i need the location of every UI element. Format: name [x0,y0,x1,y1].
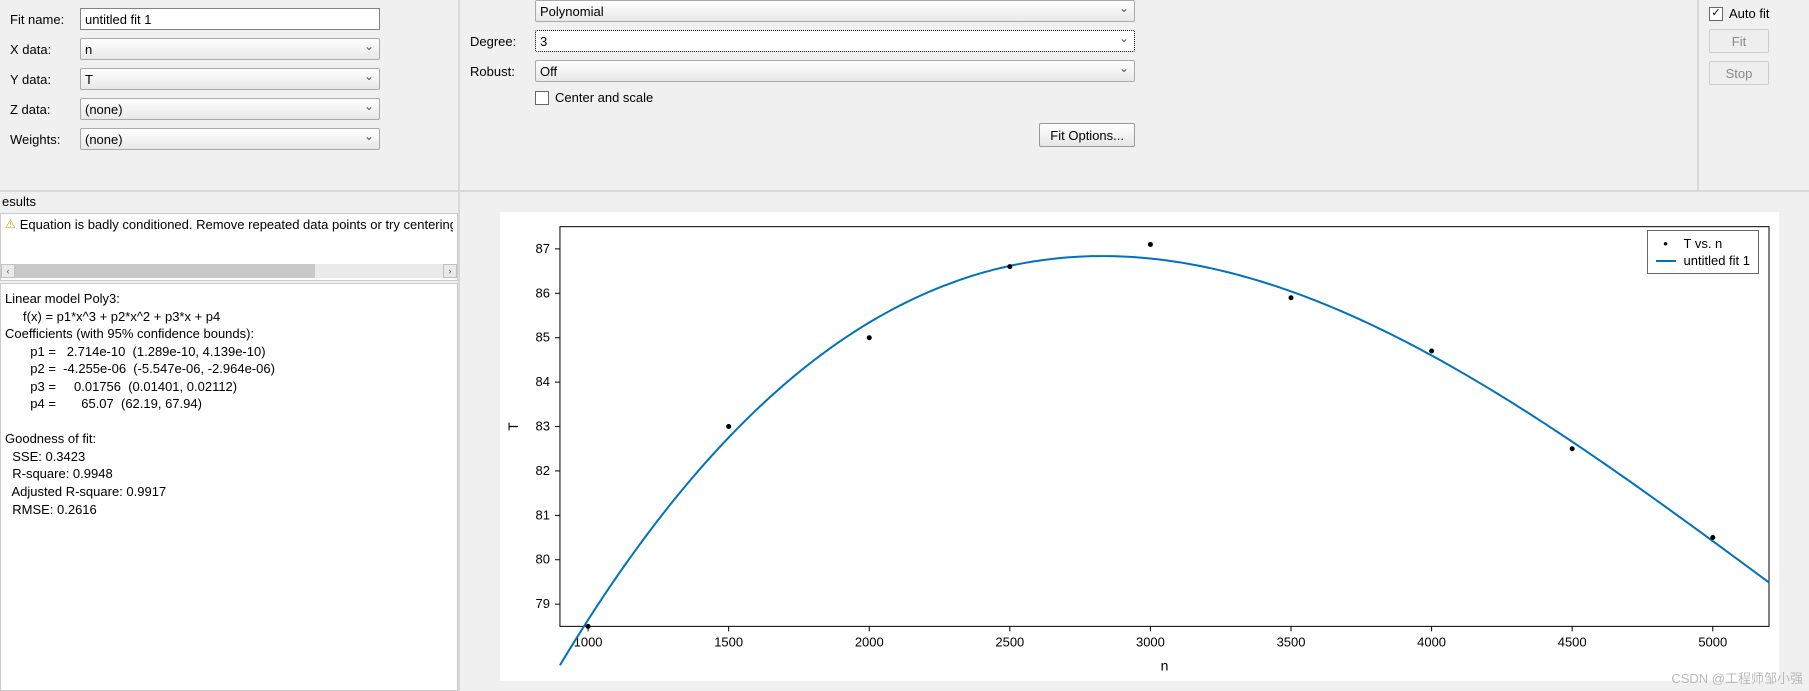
stop-button[interactable]: Stop [1709,61,1769,85]
svg-text:86: 86 [536,285,550,300]
autofit-label: Auto fit [1729,6,1769,21]
legend-marker-icon: • [1656,236,1676,251]
svg-text:80: 80 [536,552,550,567]
autofit-checkbox[interactable]: ✓ [1709,7,1723,21]
svg-text:n: n [1161,657,1169,673]
svg-text:3500: 3500 [1277,634,1306,649]
legend-line-icon [1656,260,1676,262]
data-panel: Fit name: X data: n Y data: T Z data: (n… [0,0,460,190]
zdata-label: Z data: [10,102,80,117]
legend-fit-label: untitled fit 1 [1684,253,1751,268]
xdata-select[interactable]: n [80,38,380,60]
svg-text:2000: 2000 [855,634,884,649]
weights-label: Weights: [10,132,80,147]
robust-label: Robust: [470,64,535,79]
results-panel: esults ⚠ Equation is badly conditioned. … [0,192,460,691]
svg-text:82: 82 [536,463,550,478]
svg-text:81: 81 [536,507,550,522]
svg-text:5000: 5000 [1698,634,1727,649]
fit-chart[interactable]: 1000150020002500300035004000450050007980… [500,212,1779,681]
degree-select[interactable]: 3 [535,30,1135,52]
warning-icon: ⚠ [5,217,16,231]
xdata-label: X data: [10,42,80,57]
center-scale-label: Center and scale [555,90,653,105]
model-results-text: Linear model Poly3: f(x) = p1*x^3 + p2*x… [0,283,458,691]
action-panel: ✓ Auto fit Fit Stop [1699,0,1809,190]
fit-name-label: Fit name: [10,12,80,27]
svg-text:87: 87 [536,241,550,256]
svg-text:T: T [505,422,521,431]
legend[interactable]: • T vs. n untitled fit 1 [1647,230,1760,274]
fit-type-select[interactable]: Polynomial [535,0,1135,22]
svg-text:84: 84 [536,374,550,389]
fit-options-button[interactable]: Fit Options... [1039,123,1135,147]
svg-text:83: 83 [536,419,550,434]
ydata-select[interactable]: T [80,68,380,90]
svg-text:4500: 4500 [1558,634,1587,649]
weights-select[interactable]: (none) [80,128,380,150]
warning-text: Equation is badly conditioned. Remove re… [20,217,453,232]
degree-label: Degree: [470,34,535,49]
ydata-label: Y data: [10,72,80,87]
svg-text:4000: 4000 [1417,634,1446,649]
robust-select[interactable]: Off [535,60,1135,82]
scroll-right-button[interactable]: › [443,264,457,278]
fit-name-input[interactable] [80,8,380,30]
warning-box: ⚠ Equation is badly conditioned. Remove … [0,213,458,281]
svg-text:2500: 2500 [995,634,1024,649]
scroll-left-button[interactable]: ‹ [1,264,15,278]
zdata-select[interactable]: (none) [80,98,380,120]
legend-data-label: T vs. n [1684,236,1723,251]
svg-text:1500: 1500 [714,634,743,649]
fit-type-panel: Polynomial Degree: 3 Robust: Off Center … [460,0,1699,190]
hscroll-thumb[interactable] [15,264,315,278]
svg-text:85: 85 [536,330,550,345]
results-header: esults [0,192,458,211]
center-scale-checkbox[interactable] [535,91,549,105]
fit-button[interactable]: Fit [1709,29,1769,53]
svg-text:3000: 3000 [1136,634,1165,649]
chart-panel: 1000150020002500300035004000450050007980… [460,192,1809,691]
svg-text:79: 79 [536,596,550,611]
